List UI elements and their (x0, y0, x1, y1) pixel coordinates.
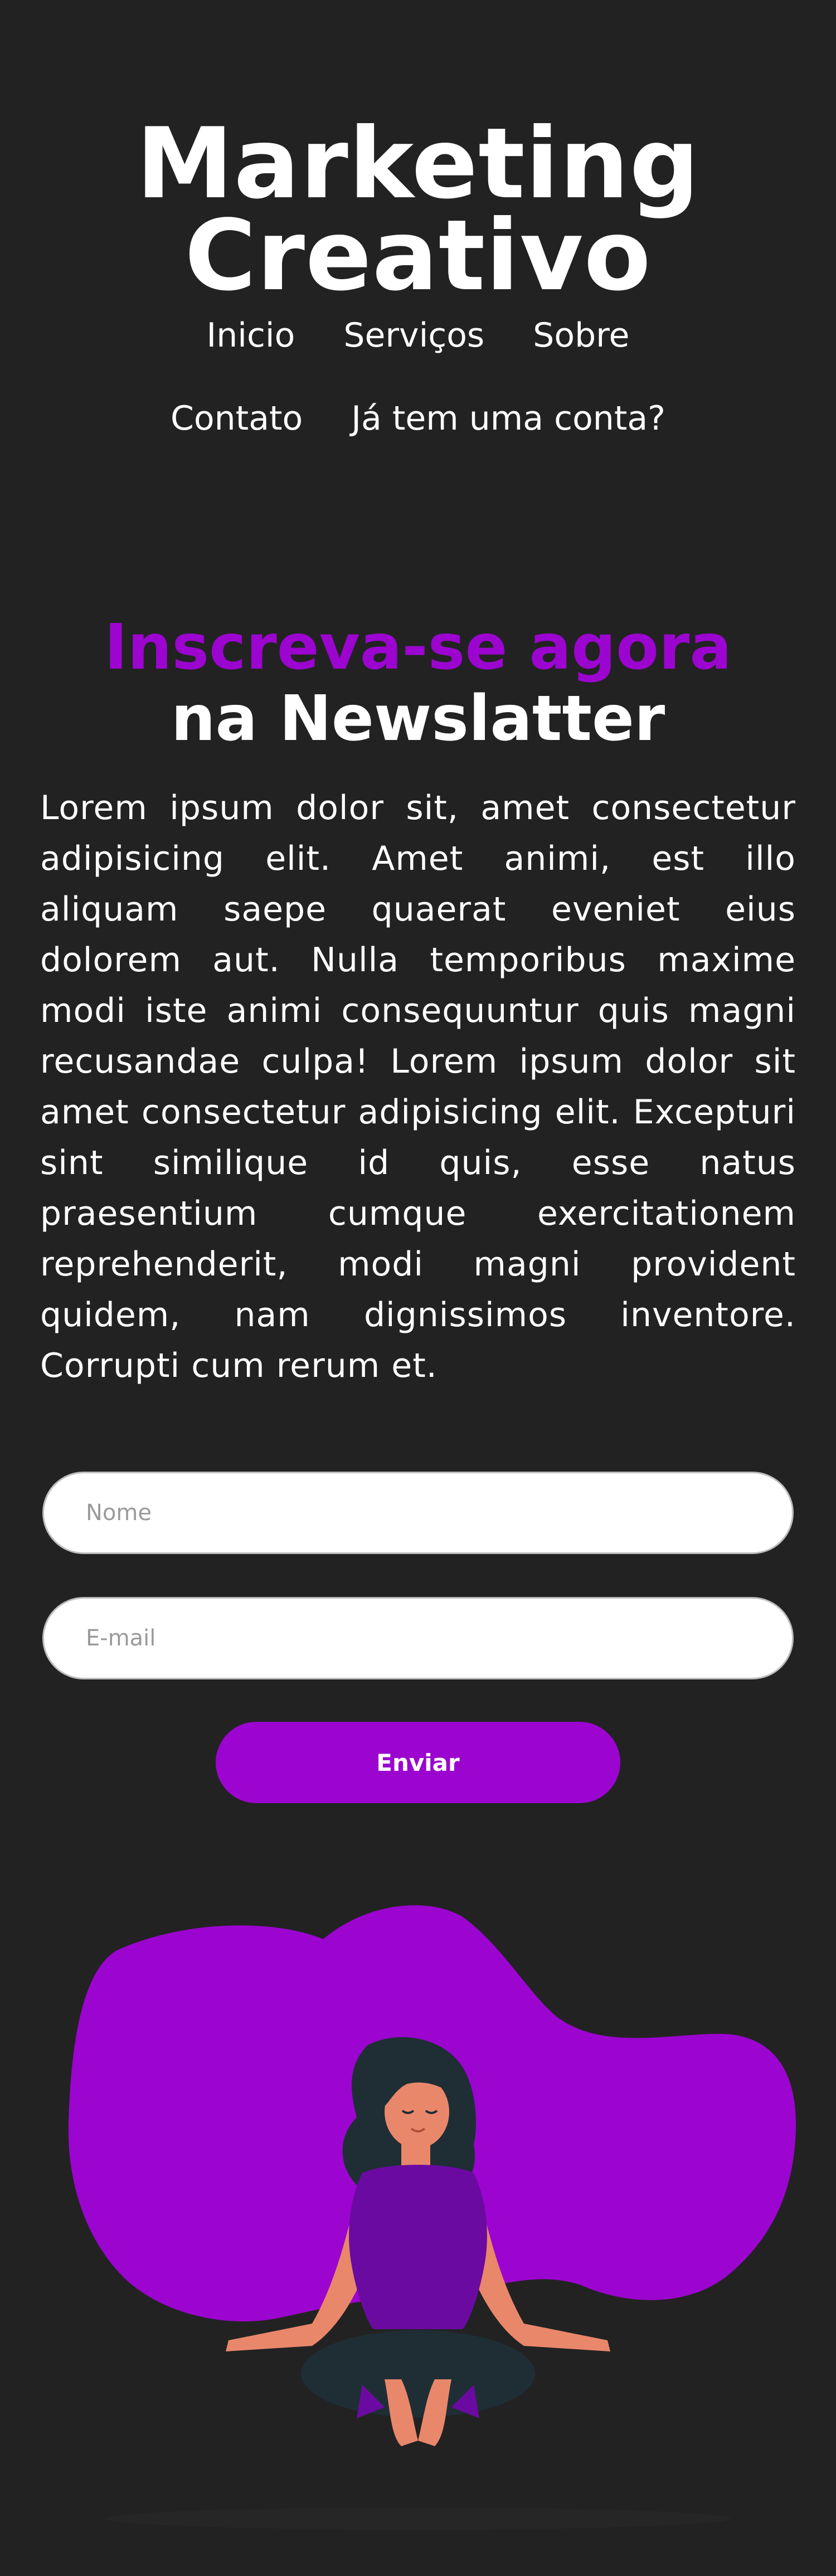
floor-shadow (106, 2507, 730, 2530)
headline-accent: Inscreva-se agora (104, 611, 732, 684)
site-title-line-2: Creativo (184, 199, 652, 313)
nav-link-inicio[interactable]: Inicio (207, 316, 295, 355)
site-title: Marketing Creativo (0, 108, 836, 313)
submit-button[interactable]: Enviar (216, 1722, 620, 1803)
newsletter-description: Lorem ipsum dolor sit, amet consectetur … (40, 788, 796, 1385)
headline-rest: na Newslatter (171, 682, 665, 755)
nav-link-contato[interactable]: Contato (171, 399, 303, 438)
name-input[interactable] (42, 1472, 794, 1554)
main-nav-row-1: Inicio Serviços Sobre (0, 316, 836, 355)
legs (301, 2330, 535, 2417)
nav-link-sobre[interactable]: Sobre (533, 316, 629, 355)
shirt (349, 2165, 487, 2329)
newsletter-headline: Inscreva-se agora na Newslatter (0, 612, 836, 754)
site-title-line-1: Marketing (136, 108, 700, 221)
main-nav-row-2: Contato Já tem uma conta? (0, 399, 836, 438)
meditating-woman-illustration (68, 1905, 796, 2530)
email-input[interactable] (42, 1597, 794, 1679)
nav-link-login[interactable]: Já tem uma conta? (351, 399, 665, 438)
nav-link-servicos[interactable]: Serviços (343, 316, 484, 355)
